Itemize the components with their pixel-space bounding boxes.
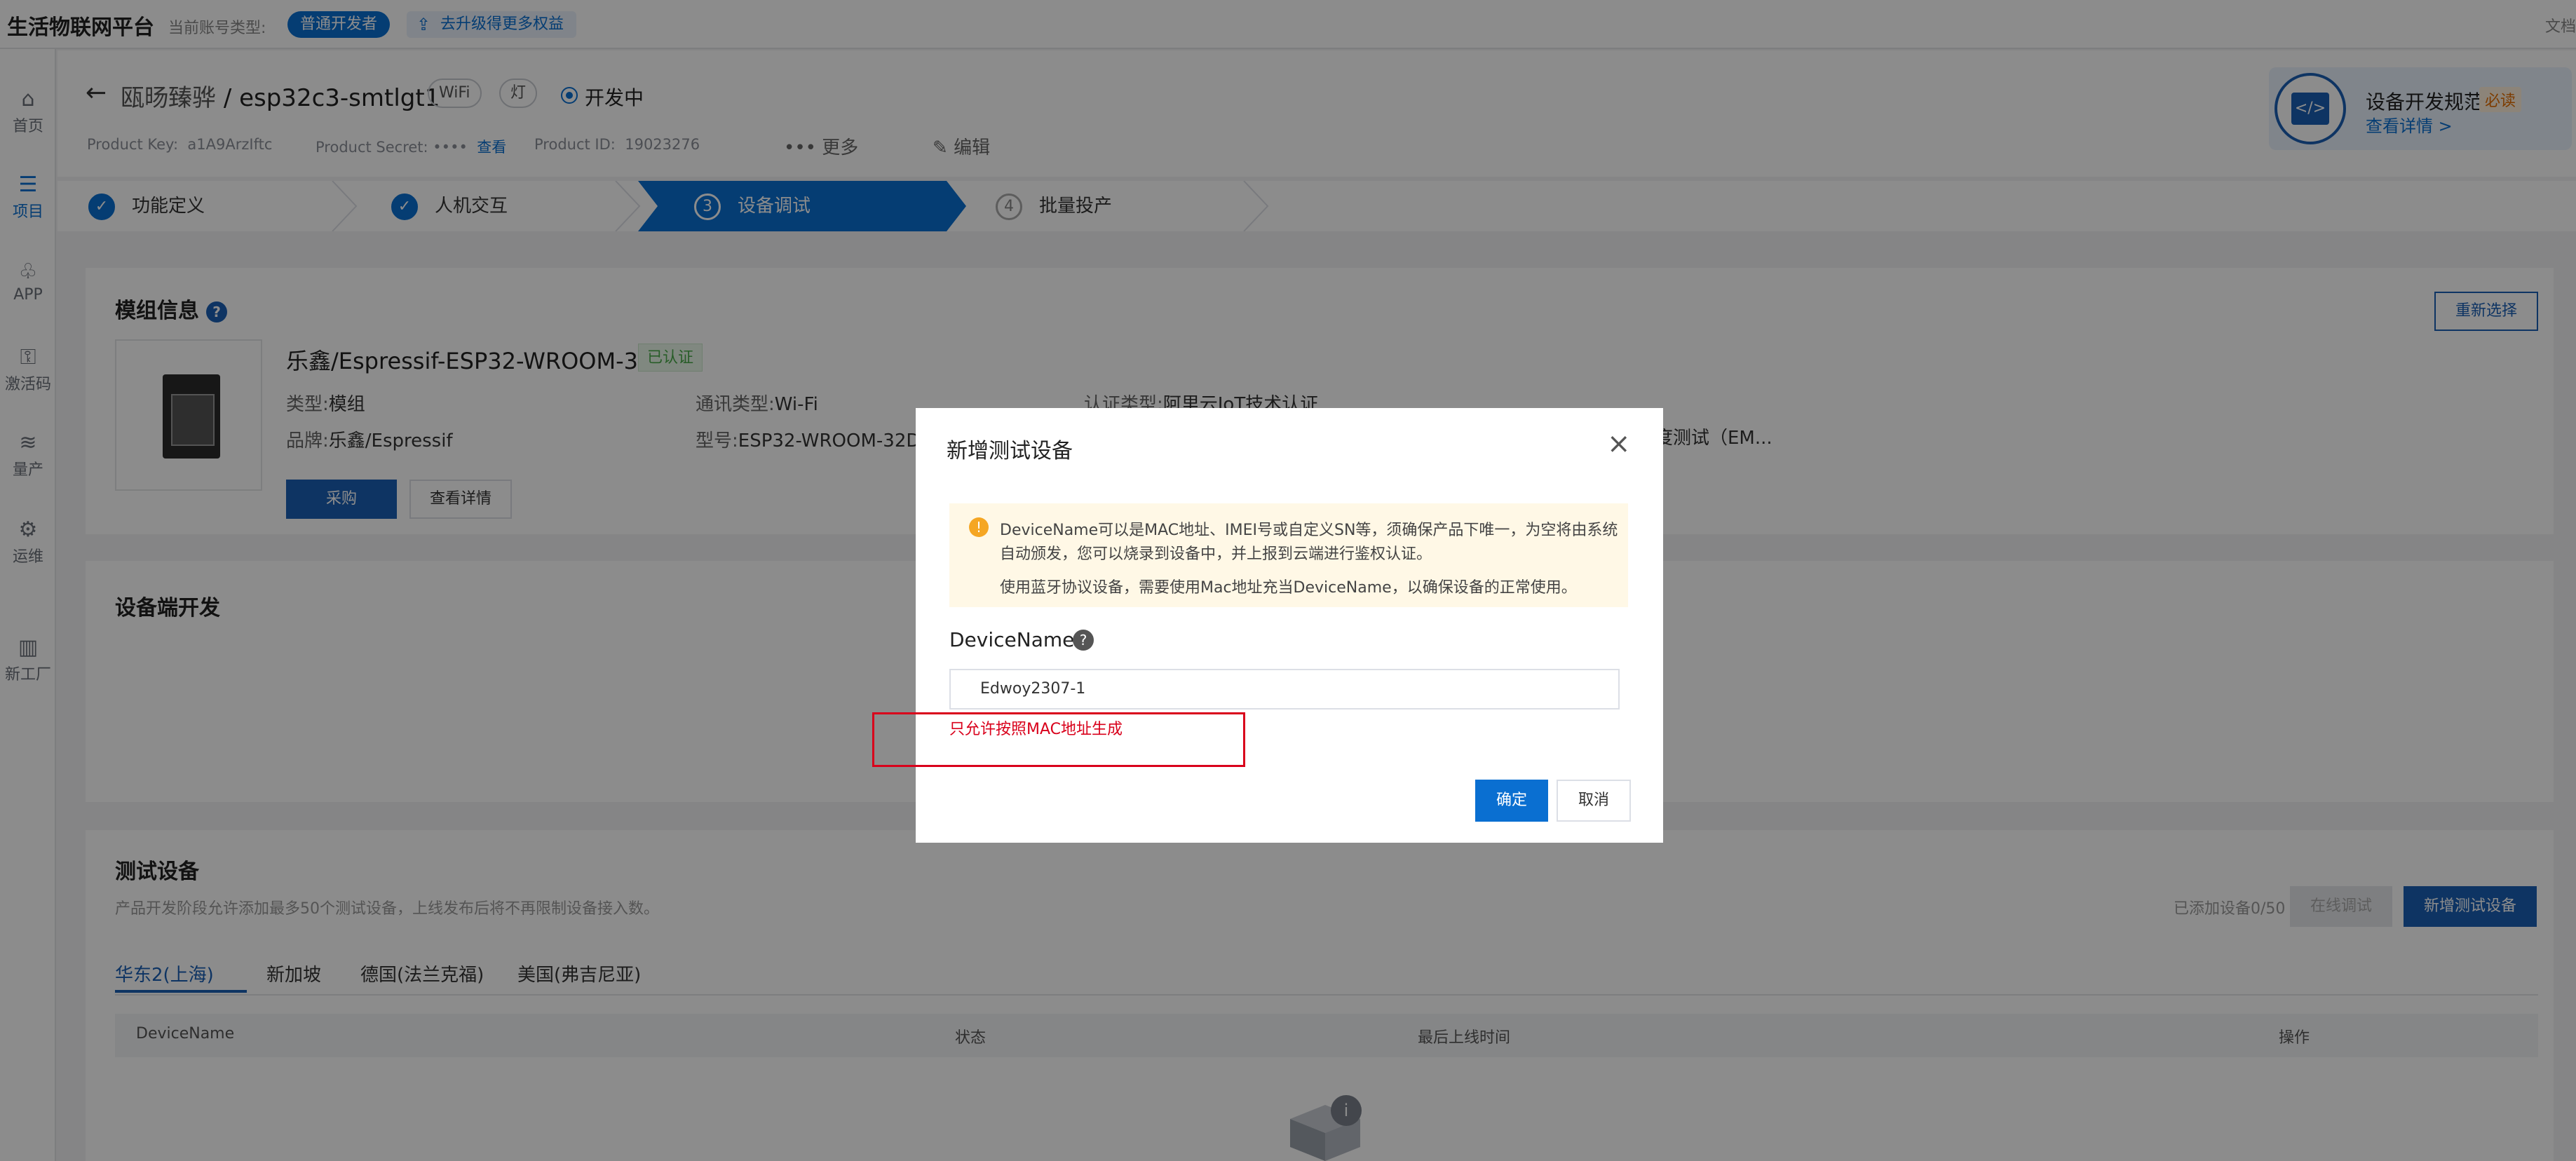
warning-icon: ! xyxy=(969,517,989,537)
error-highlight-box xyxy=(872,712,1245,767)
alert-line-2: 自动颁发，您可以烧录到设备中，并上报到云端进行鉴权认证。 xyxy=(1000,545,1432,563)
close-icon[interactable]: × xyxy=(1607,428,1631,460)
question-icon[interactable]: ? xyxy=(1073,630,1094,651)
alert-line-1: DeviceName可以是MAC地址、IMEI号或自定义SN等，须确保产品下唯一… xyxy=(1000,522,1618,539)
dialog-title: 新增测试设备 xyxy=(947,439,1073,463)
alert-line-3: 使用蓝牙协议设备，需要使用Mac地址充当DeviceName，以确保设备的正常使… xyxy=(1000,579,1577,597)
devicename-input[interactable]: Edwoy2307-1 xyxy=(949,669,1620,710)
cancel-button[interactable]: 取消 xyxy=(1557,780,1631,822)
devicename-label: DeviceName xyxy=(949,628,1075,651)
confirm-button[interactable]: 确定 xyxy=(1475,780,1548,822)
add-test-device-dialog xyxy=(916,408,1663,843)
